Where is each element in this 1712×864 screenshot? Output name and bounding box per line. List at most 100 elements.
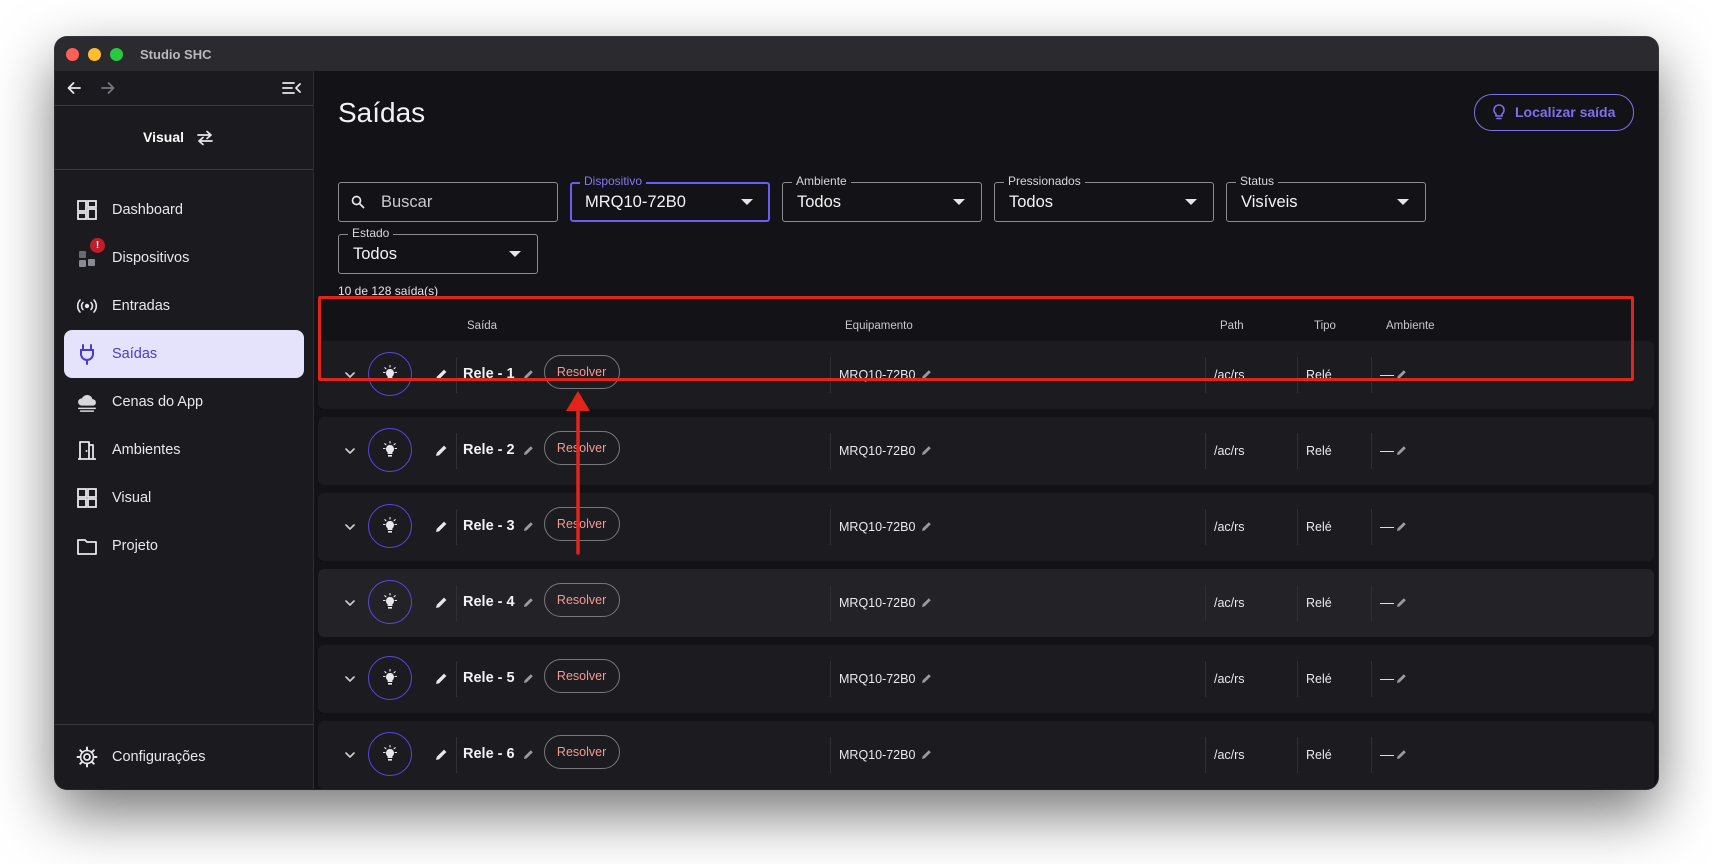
edit-pencil-icon[interactable] — [920, 672, 933, 685]
edit-pencil-icon[interactable] — [1395, 748, 1408, 761]
equipment-value: MRQ10-72B0 — [839, 520, 916, 534]
expand-chevron-icon[interactable] — [343, 444, 357, 458]
edit-pencil-icon[interactable] — [434, 671, 449, 686]
edit-pencil-icon[interactable] — [522, 672, 535, 685]
main-content: Saídas Localizar saída Buscar Dispositiv… — [314, 71, 1658, 789]
sidebar-nav-bar — [55, 71, 313, 106]
table-row[interactable]: Rele - 6 Resolver MRQ10-72B0 /ac/rs Relé… — [318, 721, 1654, 789]
column-divider — [1371, 585, 1372, 621]
collapse-menu-icon[interactable] — [282, 79, 302, 97]
type-value: Relé — [1306, 520, 1332, 534]
sidebar-item-dispositivos[interactable]: ! Dispositivos — [64, 234, 304, 282]
edit-pencil-icon[interactable] — [522, 596, 535, 609]
pressionados-select[interactable]: Pressionados Todos — [994, 174, 1214, 222]
status-select[interactable]: Status Visíveis — [1226, 174, 1426, 222]
column-divider — [456, 737, 457, 773]
sidebar-item-configuracoes[interactable]: Configurações — [64, 733, 304, 781]
sidebar-item-cenas[interactable]: Cenas do App — [64, 378, 304, 426]
page-title: Saídas — [338, 97, 426, 128]
minimize-window-button[interactable] — [88, 48, 101, 61]
table-row[interactable]: Rele - 5 Resolver MRQ10-72B0 /ac/rs Relé… — [318, 645, 1654, 713]
edit-pencil-icon[interactable] — [920, 748, 933, 761]
resolve-button[interactable]: Resolver — [543, 735, 620, 769]
expand-chevron-icon[interactable] — [343, 596, 357, 610]
sidebar-item-visual[interactable]: Visual — [64, 474, 304, 522]
edit-pencil-icon[interactable] — [434, 595, 449, 610]
edit-pencil-icon[interactable] — [522, 444, 535, 457]
table-row[interactable]: Rele - 4 Resolver MRQ10-72B0 /ac/rs Relé… — [318, 569, 1654, 637]
sidebar-item-ambientes[interactable]: Ambientes — [64, 426, 304, 474]
expand-chevron-icon[interactable] — [343, 520, 357, 534]
edit-pencil-icon[interactable] — [434, 747, 449, 762]
edit-pencil-icon[interactable] — [920, 444, 933, 457]
edit-pencil-icon[interactable] — [522, 520, 535, 533]
annotation-arrow-icon — [566, 391, 590, 555]
output-name: Rele - 4 — [463, 594, 515, 610]
column-divider — [1297, 585, 1298, 621]
search-placeholder: Buscar — [381, 193, 433, 211]
edit-pencil-icon[interactable] — [920, 520, 933, 533]
back-arrow-icon[interactable] — [65, 79, 83, 97]
table-row[interactable]: Rele - 2 Resolver MRQ10-72B0 /ac/rs Relé… — [318, 417, 1654, 485]
sidebar-footer: Configurações — [55, 724, 313, 789]
estado-select[interactable]: Estado Todos — [338, 226, 538, 274]
search-icon — [351, 195, 365, 209]
edit-pencil-icon[interactable] — [1395, 520, 1408, 533]
sidebar-item-entradas[interactable]: Entradas — [64, 282, 304, 330]
output-toggle-button[interactable] — [368, 732, 412, 776]
column-divider — [1205, 585, 1206, 621]
locate-output-button[interactable]: Localizar saída — [1474, 94, 1634, 131]
column-divider — [456, 433, 457, 469]
swap-icon[interactable] — [196, 130, 214, 146]
app-window: Studio SHC Visual Dashboard ! Dispositiv… — [55, 37, 1658, 789]
column-divider — [456, 509, 457, 545]
mode-switcher[interactable]: Visual — [55, 105, 313, 170]
edit-pencil-icon[interactable] — [1395, 444, 1408, 457]
type-value: Relé — [1306, 672, 1332, 686]
dispositivo-value: MRQ10-72B0 — [585, 193, 686, 211]
sidebar-item-label: Cenas do App — [112, 394, 204, 410]
lightbulb-icon — [1493, 104, 1505, 120]
sidebar-item-label: Visual — [112, 490, 152, 506]
sidebar-item-label: Dashboard — [112, 202, 183, 218]
table-row[interactable]: Rele - 3 Resolver MRQ10-72B0 /ac/rs Relé… — [318, 493, 1654, 561]
column-divider — [830, 509, 831, 545]
dropdown-caret-icon — [1185, 199, 1197, 205]
sidebar-item-projeto[interactable]: Projeto — [64, 522, 304, 570]
expand-chevron-icon[interactable] — [343, 748, 357, 762]
ambiente-select[interactable]: Ambiente Todos — [782, 174, 982, 222]
edit-pencil-icon[interactable] — [1395, 596, 1408, 609]
output-toggle-button[interactable] — [368, 656, 412, 700]
expand-chevron-icon[interactable] — [343, 672, 357, 686]
edit-pencil-icon[interactable] — [1395, 672, 1408, 685]
type-value: Relé — [1306, 748, 1332, 762]
alert-badge: ! — [90, 238, 105, 253]
search-input[interactable]: Buscar — [338, 182, 558, 222]
sidebar-item-label: Dispositivos — [112, 250, 190, 266]
resolve-button[interactable]: Resolver — [543, 583, 620, 617]
sidebar-item-dashboard[interactable]: Dashboard — [64, 186, 304, 234]
settings-label: Configurações — [112, 749, 206, 765]
zoom-window-button[interactable] — [110, 48, 123, 61]
output-toggle-button[interactable] — [368, 580, 412, 624]
column-divider — [830, 737, 831, 773]
sidebar-item-saidas[interactable]: Saídas — [64, 330, 304, 378]
equipment-value: MRQ10-72B0 — [839, 596, 916, 610]
dispositivo-select[interactable]: Dispositivo MRQ10-72B0 — [570, 174, 770, 222]
sidebar-item-label: Saídas — [112, 346, 158, 362]
ambiente-value: — — [1380, 670, 1394, 686]
forward-arrow-icon[interactable] — [99, 79, 117, 97]
close-window-button[interactable] — [66, 48, 79, 61]
column-divider — [1205, 433, 1206, 469]
edit-pencil-icon[interactable] — [434, 519, 449, 534]
edit-pencil-icon[interactable] — [920, 596, 933, 609]
dashboard-icon — [77, 200, 97, 220]
edit-pencil-icon[interactable] — [522, 748, 535, 761]
column-divider — [1371, 509, 1372, 545]
edit-pencil-icon[interactable] — [434, 443, 449, 458]
output-toggle-button[interactable] — [368, 504, 412, 548]
resolve-button[interactable]: Resolver — [543, 659, 620, 693]
gear-icon — [76, 746, 98, 768]
output-toggle-button[interactable] — [368, 428, 412, 472]
column-divider — [1371, 433, 1372, 469]
